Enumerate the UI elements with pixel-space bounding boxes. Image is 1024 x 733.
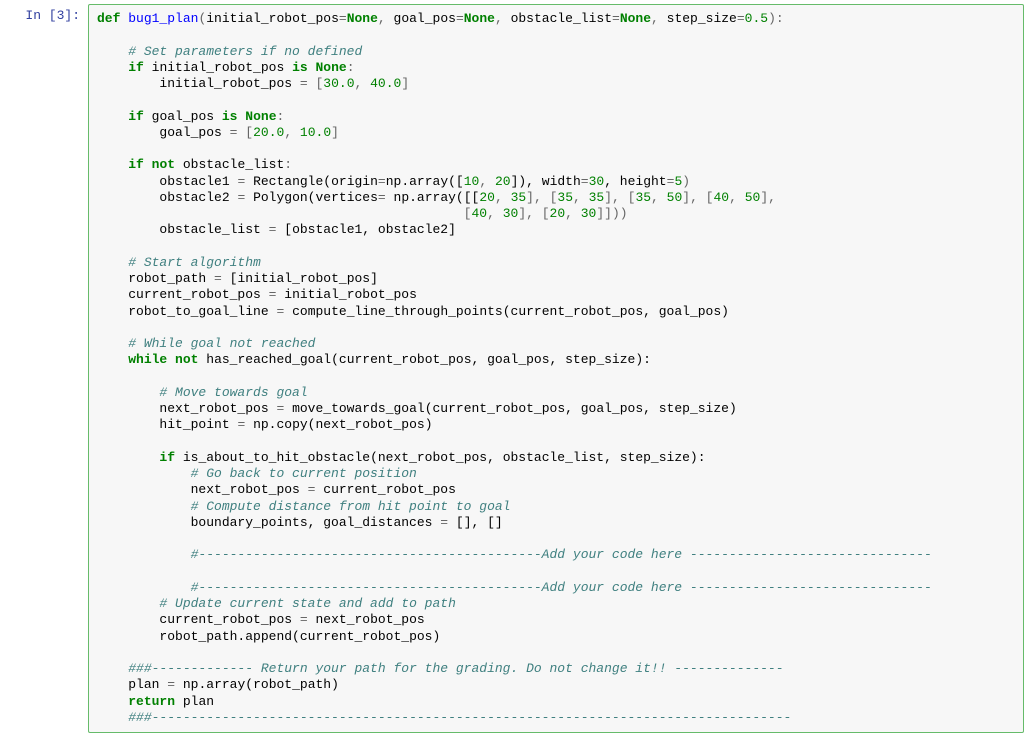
input-prompt: In [3]: (0, 4, 88, 733)
code-editor[interactable]: def bug1_plan(initial_robot_pos=None, go… (88, 4, 1024, 733)
kw-def: def (97, 11, 120, 26)
fn-name: bug1_plan (128, 11, 198, 26)
comment: # Set parameters if no defined (128, 44, 362, 59)
code-cell: In [3]: def bug1_plan(initial_robot_pos=… (0, 0, 1024, 733)
